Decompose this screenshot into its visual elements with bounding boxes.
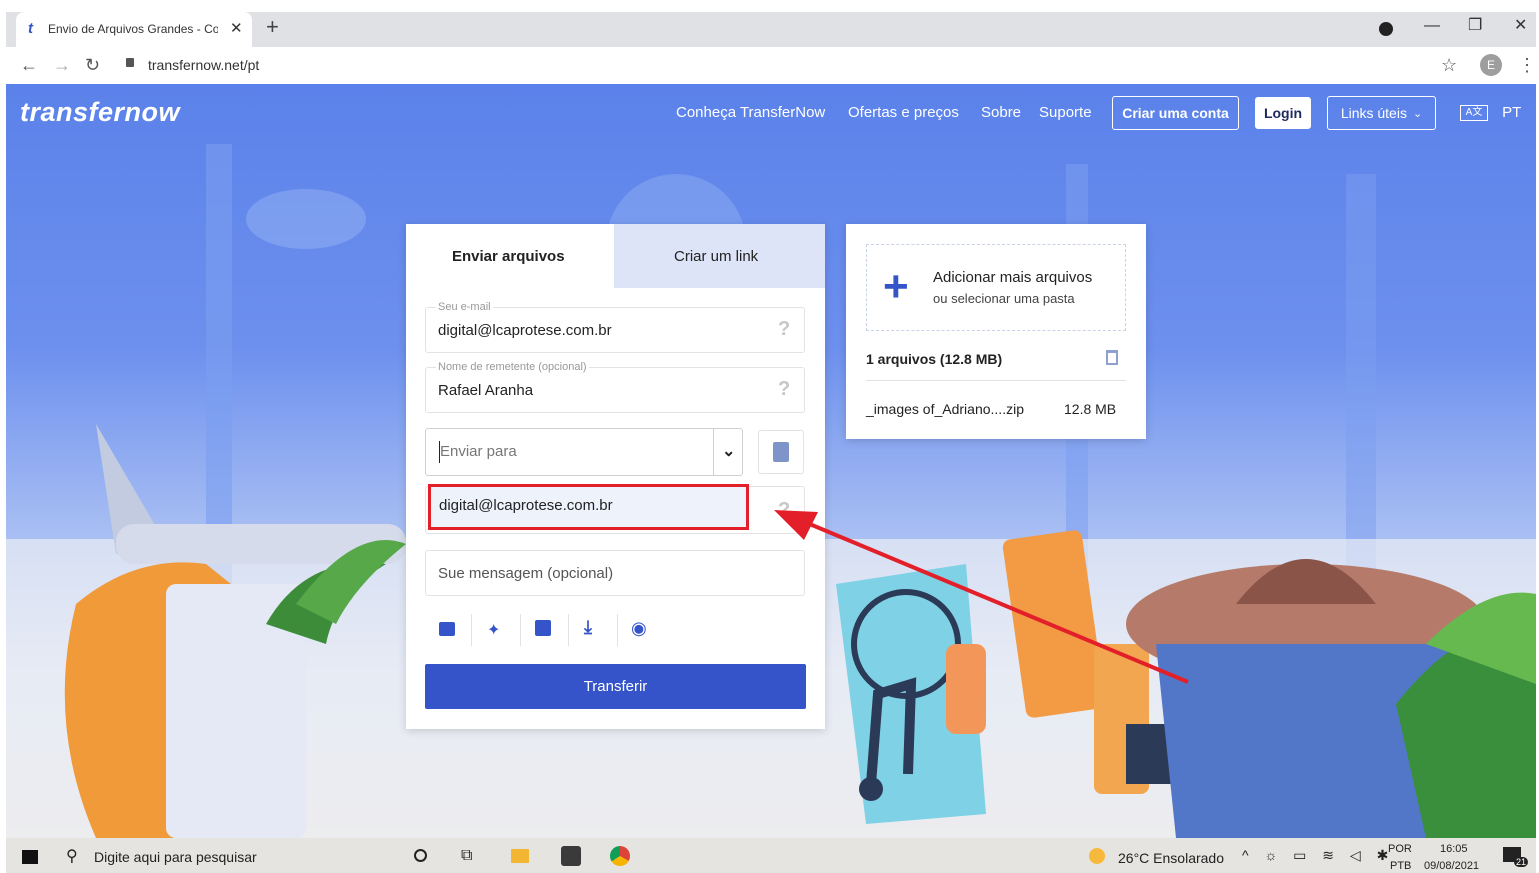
lock-icon	[126, 58, 134, 67]
tab-send-files-label: Enviar arquivos	[452, 248, 565, 265]
help-icon[interactable]: ?	[778, 378, 790, 401]
divider	[568, 614, 569, 646]
windows-taskbar: ⚲ Digite aqui para pesquisar ⧉ 26°C Enso…	[6, 838, 1536, 873]
useful-links-dropdown[interactable]: Links úteis ⌄	[1327, 96, 1436, 130]
taskbar-search-text: Digite aqui para pesquisar	[94, 849, 257, 865]
add-files-title: Adicionar mais arquivos	[933, 269, 1093, 286]
email-field-value: digital@lcaprotese.com.br	[438, 322, 612, 339]
menu-dots-icon[interactable]: ⋮	[1518, 56, 1536, 74]
sender-name-value: Rafael Aranha	[438, 382, 534, 399]
annotation-arrow	[774, 510, 1189, 684]
close-tab-icon[interactable]: ✕	[230, 21, 243, 36]
plus-icon: +	[883, 262, 909, 311]
eye-icon[interactable]: ◉	[631, 618, 647, 639]
file-size: 12.8 MB	[1064, 401, 1117, 417]
sender-name-field[interactable]: Nome de remetente (opcional) Rafael Aran…	[425, 361, 805, 413]
chevron-down-icon[interactable]: ⌄	[722, 441, 735, 461]
tab-create-link-label: Criar um link	[674, 248, 759, 265]
close-window-icon[interactable]: ✕	[1514, 18, 1527, 34]
notification-icon[interactable]: ✦	[487, 620, 500, 640]
nav-item-ofertas[interactable]: Ofertas e preços	[848, 104, 959, 121]
file-name: _images of_Adriano....zip	[866, 401, 1024, 417]
calendar-icon[interactable]	[535, 620, 551, 636]
contacts-icon	[773, 442, 789, 462]
clock-time[interactable]: 16:05	[1440, 843, 1468, 855]
tab-send-files[interactable]: Enviar arquivos	[406, 224, 614, 288]
cortana-icon[interactable]	[414, 849, 427, 862]
nav-item-sobre[interactable]: Sobre	[981, 104, 1021, 121]
useful-links-label: Links úteis	[1340, 105, 1407, 121]
lang-bottom[interactable]: PTB	[1390, 860, 1411, 872]
text-cursor	[439, 441, 440, 463]
divider	[617, 614, 618, 646]
account-icon[interactable]	[1379, 22, 1393, 36]
options-row: ✦ ⤓ ◉	[425, 612, 805, 648]
site-logo[interactable]: transfernow	[20, 97, 180, 128]
taskbar-search[interactable]: ⚲ Digite aqui para pesquisar	[58, 838, 398, 873]
trash-icon[interactable]	[1106, 350, 1118, 365]
language-selector[interactable]: A文 PT	[1460, 104, 1522, 122]
clock-date[interactable]: 09/08/2021	[1424, 860, 1479, 872]
recipient-chip-highlight[interactable]: digital@lcaprotese.com.br	[428, 484, 749, 530]
send-to-input[interactable]: Enviar para ⌄	[425, 428, 743, 476]
app-icon[interactable]	[561, 846, 581, 866]
message-placeholder: Sue mensagem (opcional)	[438, 565, 614, 582]
task-view-icon[interactable]: ⧉	[461, 847, 472, 865]
notification-count: 21	[1514, 857, 1529, 867]
chrome-icon[interactable]	[610, 846, 630, 866]
language-code: PT	[1502, 104, 1522, 121]
email-field[interactable]: Seu e-mail digital@lcaprotese.com.br ?	[425, 301, 805, 353]
favicon-icon: t	[28, 20, 33, 37]
add-files-subtitle: ou selecionar uma pasta	[933, 291, 1075, 306]
windows-start-icon[interactable]	[22, 850, 38, 864]
weather-icon	[1089, 848, 1105, 864]
send-to-placeholder: Enviar para	[440, 443, 517, 460]
download-icon[interactable]: ⤓	[584, 617, 592, 638]
weather-text[interactable]: 26°C Ensolarado	[1118, 850, 1224, 866]
recipient-email: digital@lcaprotese.com.br	[439, 497, 613, 514]
email-field-label: Seu e-mail	[436, 301, 493, 313]
create-account-button[interactable]: Criar uma conta	[1112, 96, 1239, 130]
minimize-icon[interactable]: —	[1424, 18, 1440, 34]
sender-name-label: Nome de remetente (opcional)	[436, 361, 589, 373]
files-panel: + Adicionar mais arquivos ou selecionar …	[846, 224, 1146, 439]
lock-icon[interactable]	[439, 622, 455, 636]
nav-item-suporte[interactable]: Suporte	[1039, 104, 1092, 121]
contacts-button[interactable]	[758, 430, 804, 474]
back-icon[interactable]: ←	[20, 56, 38, 74]
file-explorer-icon[interactable]	[511, 849, 529, 863]
translate-icon: A文	[1460, 105, 1488, 122]
profile-avatar[interactable]: E	[1480, 54, 1502, 76]
login-button[interactable]: Login	[1255, 97, 1311, 129]
divider	[866, 380, 1126, 381]
add-files-dropzone[interactable]: + Adicionar mais arquivos ou selecionar …	[866, 244, 1126, 331]
chevron-down-icon: ⌄	[1412, 107, 1423, 120]
divider	[713, 429, 714, 475]
divider	[471, 614, 472, 646]
restore-icon[interactable]: ❐	[1468, 18, 1482, 34]
tray-icons[interactable]: ^ ☼ ▭ ≋ ◁ ✱	[1242, 847, 1394, 864]
browser-tab[interactable]: t Envio de Arquivos Grandes - Co ✕	[16, 12, 252, 47]
new-tab-button[interactable]: +	[266, 16, 279, 38]
transfer-button[interactable]: Transferir	[425, 664, 806, 709]
nav-item-conheca[interactable]: Conheça TransferNow	[676, 104, 825, 121]
address-bar[interactable]: transfernow.net/pt	[114, 52, 1474, 78]
url-text: transfernow.net/pt	[148, 57, 260, 73]
message-input[interactable]: Sue mensagem (opcional)	[425, 550, 805, 596]
help-icon[interactable]: ?	[778, 318, 790, 341]
files-summary: 1 arquivos (12.8 MB)	[866, 351, 1003, 367]
tab-create-link[interactable]: Criar um link	[614, 224, 825, 288]
reload-icon[interactable]: ↻	[85, 56, 100, 74]
search-icon: ⚲	[66, 848, 78, 865]
tab-title: Envio de Arquivos Grandes - Co	[48, 22, 218, 36]
divider	[520, 614, 521, 646]
lang-top[interactable]: POR	[1388, 843, 1412, 855]
forward-icon[interactable]: →	[53, 56, 71, 74]
bookmark-star-icon[interactable]: ☆	[1441, 56, 1457, 74]
